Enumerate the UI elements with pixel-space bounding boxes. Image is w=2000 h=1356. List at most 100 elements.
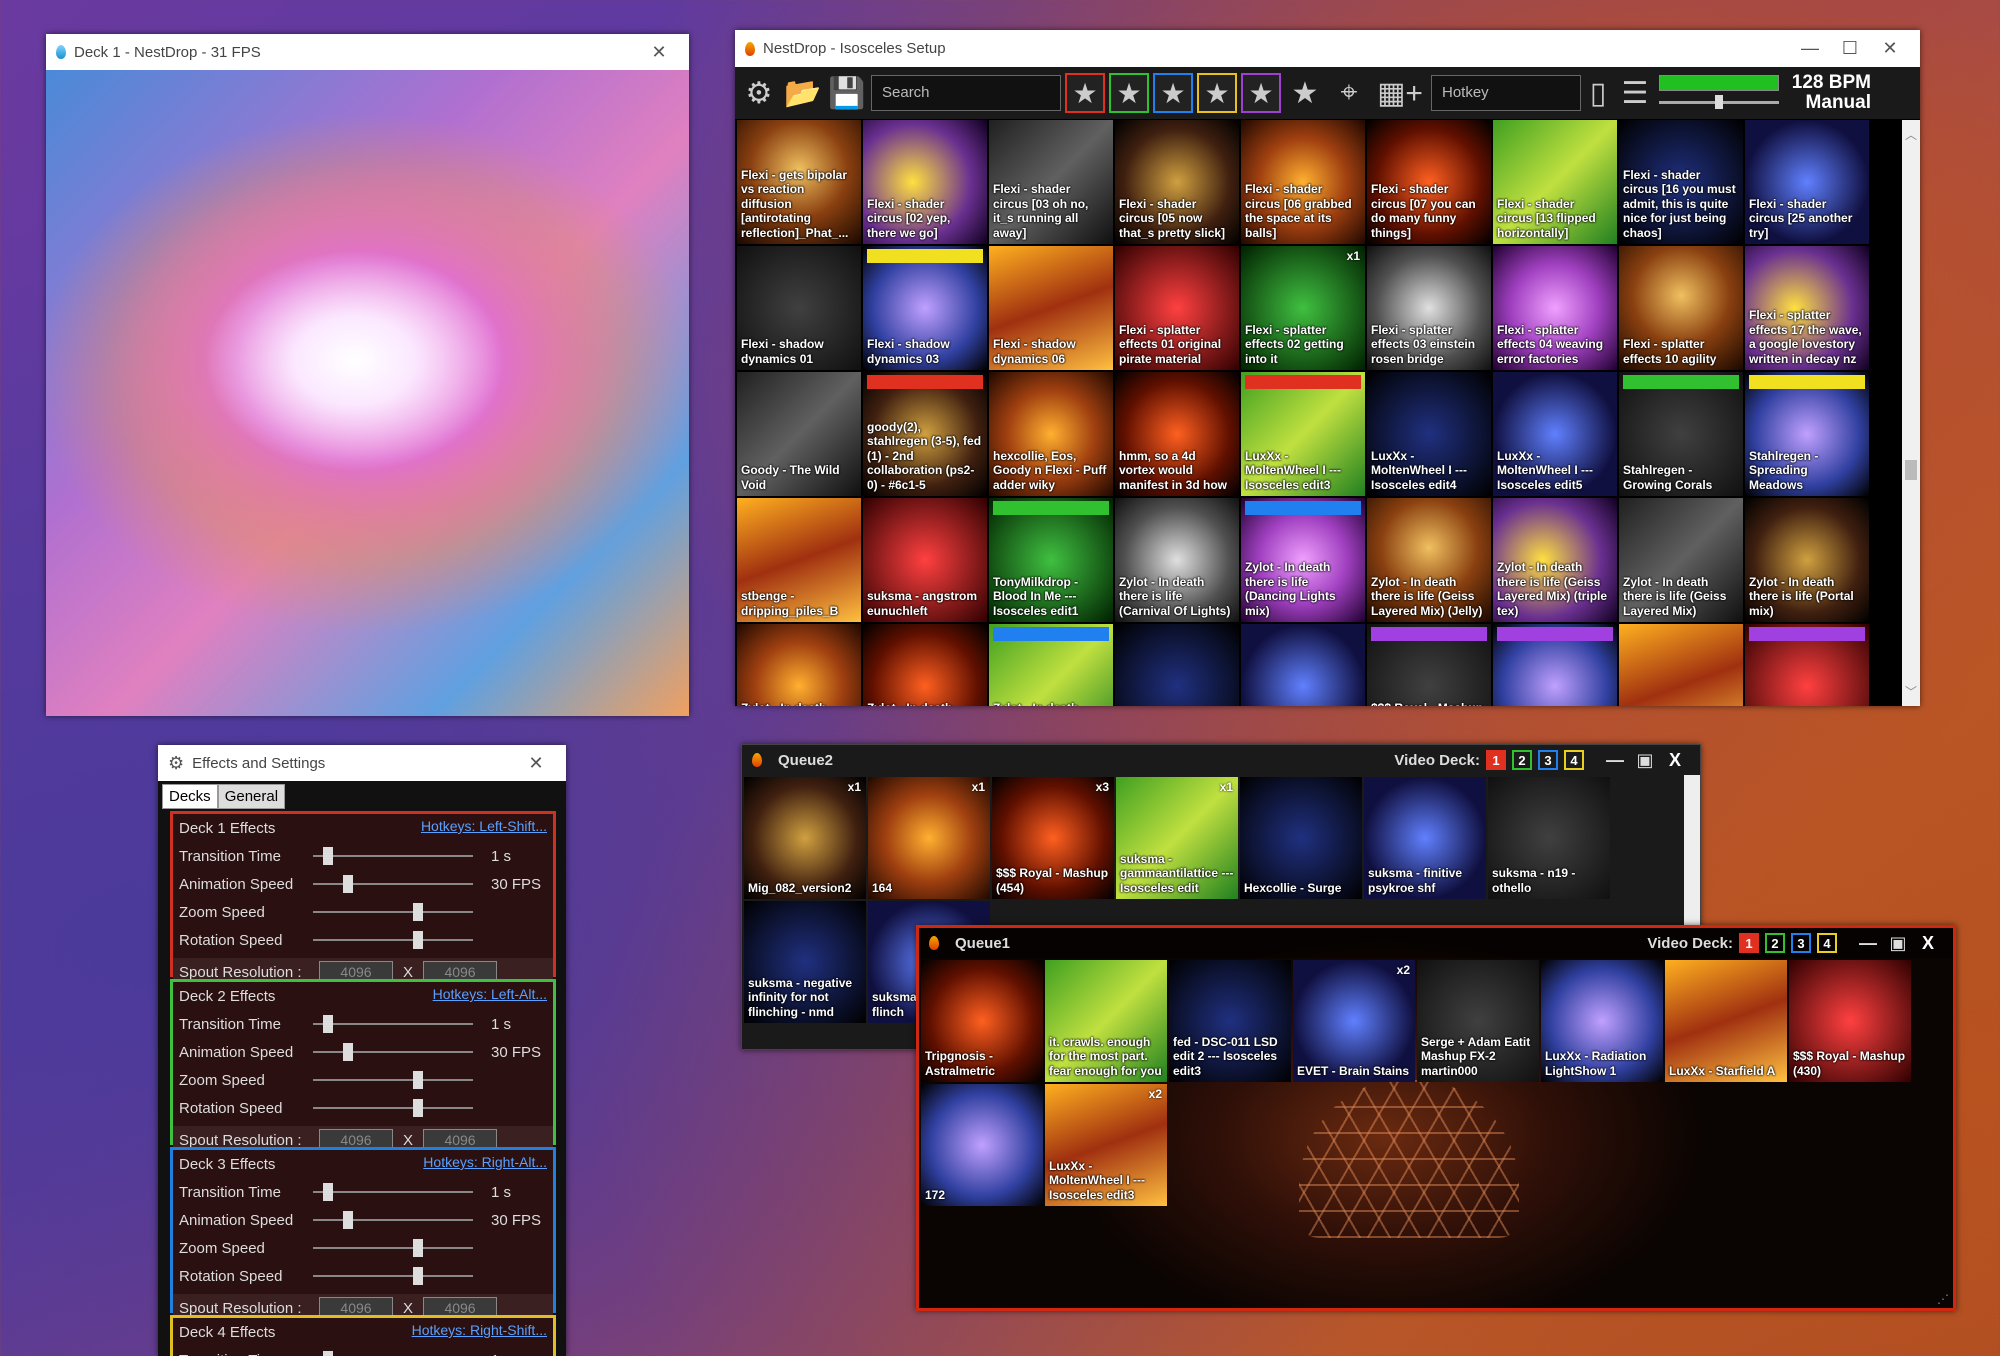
slider-thumb[interactable] — [343, 1211, 353, 1229]
settings-gear-icon[interactable]: ⚙ — [739, 73, 779, 113]
open-folder-icon[interactable]: 📂 — [783, 73, 823, 113]
slider-thumb[interactable] — [413, 1239, 423, 1257]
video-deck-3-button[interactable]: 3 — [1791, 933, 1811, 953]
slider-thumb[interactable] — [413, 1071, 423, 1089]
maximize-icon[interactable]: ☐ — [1830, 38, 1870, 59]
preset-tile[interactable]: Flexi - splatter effects 02 getting into… — [1241, 246, 1365, 370]
close-icon[interactable]: X — [1660, 750, 1690, 771]
close-icon[interactable]: X — [1913, 933, 1943, 954]
preset-tile[interactable]: Flexi - shadow dynamics 06 — [989, 246, 1113, 370]
preset-tile[interactable]: hmm, so a 4d vortex would manifest in 3d… — [1115, 372, 1239, 496]
preset-tile[interactable]: suksma - negative infinity for not flinc… — [744, 901, 866, 1023]
preset-tile[interactable]: TonyMilkdrop - Blood In Me --- Isosceles… — [989, 498, 1113, 622]
preset-tile[interactable]: Stahlregen - Growing Corals — [1619, 372, 1743, 496]
video-deck-2-button[interactable]: 2 — [1765, 933, 1785, 953]
preset-tile[interactable]: Zylot - In death there is life (Streams … — [737, 624, 861, 706]
minimize-icon[interactable]: — — [1790, 38, 1830, 59]
hotkeys-link[interactable]: Hotkeys: Left-Alt... — [433, 986, 547, 1002]
preset-tile[interactable]: Flexi - splatter effects 03 einstein ros… — [1367, 246, 1491, 370]
preset-tile[interactable]: Flexi - shader circus [13 flipped horizo… — [1493, 120, 1617, 244]
preset-tile[interactable]: Zylot - In death there is life (surface … — [863, 624, 987, 706]
preset-tile[interactable]: Tripgnosis - Astralmetric — [921, 960, 1043, 1082]
preset-tile[interactable]: Zylot - In death there is life (Wrong Po… — [989, 624, 1113, 706]
grid-add-icon[interactable]: ▦+ — [1373, 73, 1427, 113]
bpm-meter[interactable] — [1659, 73, 1779, 113]
video-deck-1-button[interactable]: 1 — [1486, 750, 1506, 770]
slider-thumb[interactable] — [323, 847, 333, 865]
slider-thumb[interactable] — [413, 1099, 423, 1117]
preset-tile[interactable]: $$$ Royal - Mashup (454) x3 — [992, 777, 1114, 899]
preset-tile[interactable]: Flexi - shader circus [07 you can do man… — [1367, 120, 1491, 244]
slider-thumb[interactable] — [323, 1183, 333, 1201]
preset-tile[interactable]: Growth — [1241, 624, 1365, 706]
preset-tile[interactable]: LuxXx - MoltenWheel I --- Isosceles edit… — [1045, 1084, 1167, 1206]
toggle-icon[interactable]: ▯ — [1585, 73, 1611, 113]
preset-tile[interactable]: Zylot - In death there is life (Geiss La… — [1493, 498, 1617, 622]
preset-tile[interactable]: $$$ Royal - Mashup (430) — [1789, 960, 1911, 1082]
preset-tile[interactable]: Zylot - In death there is life (Portal m… — [1745, 498, 1869, 622]
preset-tile[interactable]: suksma - gammaantilattice --- Isosceles … — [1116, 777, 1238, 899]
slider-thumb[interactable] — [413, 1267, 423, 1285]
animation-slider[interactable] — [313, 1043, 473, 1061]
preset-tile[interactable]: LuxXx - Starfield A — [1665, 960, 1787, 1082]
video-deck-1-button[interactable]: 1 — [1739, 933, 1759, 953]
zoom-slider[interactable] — [313, 903, 473, 921]
rotation-slider[interactable] — [313, 1267, 473, 1285]
preset-tile[interactable]: Flexi - gets bipolar vs reaction diffusi… — [737, 120, 861, 244]
preset-tile[interactable]: $$$ Royal - Mashup (324) — [1619, 624, 1743, 706]
close-icon[interactable]: ✕ — [1870, 38, 1910, 59]
favorite-star-icon[interactable]: ★ — [1109, 73, 1149, 113]
tab-general[interactable]: General — [217, 784, 286, 809]
preset-tile[interactable]: Stahlregen - Spreading Meadows — [1745, 372, 1869, 496]
preset-tile[interactable]: LuxXx - Radiation LightShow 1 — [1541, 960, 1663, 1082]
preset-tile[interactable]: $$$ Royal - Mashup (322) — [1493, 624, 1617, 706]
preset-tile[interactable]: Zylot - In death there is life (Geiss La… — [1367, 498, 1491, 622]
slider-thumb[interactable] — [413, 903, 423, 921]
preset-tile[interactable]: Serge + Adam Eatit Mashup FX-2 martin000 — [1417, 960, 1539, 1082]
transition-slider[interactable] — [313, 1015, 473, 1033]
hotkeys-link[interactable]: Hotkeys: Left-Shift... — [421, 818, 547, 834]
search-input[interactable]: Search — [871, 75, 1061, 111]
close-icon[interactable]: ✕ — [639, 42, 679, 63]
preset-tile[interactable]: hexcollie, Eos, Goody n Flexi - Puff add… — [989, 372, 1113, 496]
maximize-icon[interactable]: ▣ — [1630, 750, 1660, 771]
video-deck-4-button[interactable]: 4 — [1564, 750, 1584, 770]
transition-slider[interactable] — [313, 1183, 473, 1201]
preset-tile[interactable]: LuxXx - MoltenWheel I --- Isosceles edit… — [1241, 372, 1365, 496]
vertical-scrollbar[interactable]: ︿ ﹀ — [1902, 120, 1920, 706]
zoom-slider[interactable] — [313, 1239, 473, 1257]
preset-tile[interactable]: goody(2), stahlregen (3-5), fed (1) - 2n… — [863, 372, 987, 496]
preset-tile[interactable]: Flexi - shader circus [05 now that_s pre… — [1115, 120, 1239, 244]
preset-tile[interactable]: Flexi - splatter effects 01 original pir… — [1115, 246, 1239, 370]
preset-tile[interactable]: Flexi - shadow dynamics 03 — [863, 246, 987, 370]
preset-tile[interactable]: suksma - angstrom eunuchleft — [863, 498, 987, 622]
preset-tile[interactable]: Zylot - In death there is life (Geiss La… — [1619, 498, 1743, 622]
setup-titlebar[interactable]: NestDrop - Isosceles Setup — ☐ ✕ — [735, 30, 1920, 67]
settings-titlebar[interactable]: ⚙ Effects and Settings ✕ — [158, 745, 566, 781]
preset-tile[interactable]: Flexi - shader circus [16 you must admit… — [1619, 120, 1743, 244]
slider-thumb[interactable] — [323, 1351, 333, 1356]
rotation-slider[interactable] — [313, 931, 473, 949]
minimize-icon[interactable]: — — [1853, 933, 1883, 954]
preset-tile[interactable]: 172 — [921, 1084, 1043, 1206]
queue2-header[interactable]: Queue2 Video Deck: 1 2 3 4 — ▣ X — [742, 745, 1700, 775]
preset-tile[interactable]: Hexcollie - Surge — [1240, 777, 1362, 899]
preset-tile[interactable]: fed - DSC-011 LSD edit 2 --- Isosceles e… — [1169, 960, 1291, 1082]
list-sort-icon[interactable]: ☰ — [1615, 73, 1655, 113]
slider-thumb[interactable] — [343, 1043, 353, 1061]
preset-tile[interactable]: EVET - Brain Stains x2 — [1293, 960, 1415, 1082]
preset-tile[interactable]: Flexi - shader circus [02 yep, there we … — [863, 120, 987, 244]
transition-slider[interactable] — [313, 847, 473, 865]
resize-grip-icon[interactable]: ⋰ — [1937, 1292, 1949, 1306]
preset-tile[interactable]: Zylot - In death there is life (Carnival… — [1115, 498, 1239, 622]
preset-tile[interactable]: Flexi - shadow dynamics 01 — [737, 246, 861, 370]
video-deck-4-button[interactable]: 4 — [1817, 933, 1837, 953]
preset-tile[interactable]: suksma - n19 - othello — [1488, 777, 1610, 899]
preset-tile[interactable]: Mig_082_version2 x1 — [744, 777, 866, 899]
preset-tile[interactable]: suksma - finitive psykroe shf — [1364, 777, 1486, 899]
tab-decks[interactable]: Decks — [162, 784, 218, 809]
preset-tile[interactable]: Flexi - shader circus [03 oh no, it_s ru… — [989, 120, 1113, 244]
preset-tile[interactable]: $$$ Royal - Mashup (496) — [1745, 624, 1869, 706]
save-icon[interactable]: 💾 — [827, 73, 867, 113]
preset-tile[interactable]: LuxXx - MoltenWheel I --- Isosceles edit… — [1493, 372, 1617, 496]
